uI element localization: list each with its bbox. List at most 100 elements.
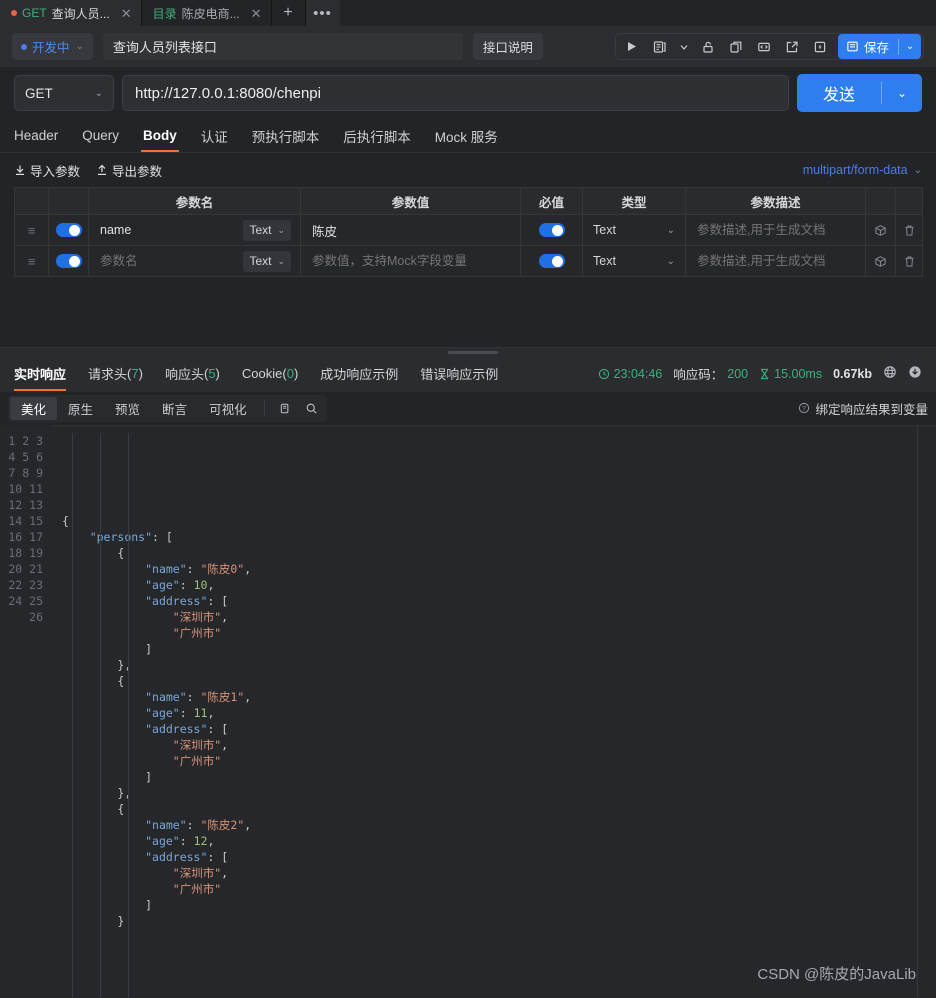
package-icon[interactable] xyxy=(867,216,894,244)
tab-request-headers[interactable]: 请求头(7) xyxy=(77,356,154,391)
param-name-type-select[interactable]: Text ⌄ xyxy=(243,219,291,241)
tab-cookie[interactable]: Cookie(0) xyxy=(231,356,309,391)
content-type-select[interactable]: multipart/form-data ⌄ xyxy=(803,163,922,177)
panel-splitter[interactable] xyxy=(0,346,936,356)
row-type-cell[interactable]: Text ⌄ xyxy=(582,245,686,277)
drag-handle-icon[interactable]: ≡ xyxy=(16,247,47,275)
response-code-label: 响应码： xyxy=(673,368,724,382)
response-time: 23:04:46 xyxy=(598,367,662,381)
tab-label: 请求头 xyxy=(88,367,128,382)
tab-close-icon[interactable]: ✕ xyxy=(121,7,132,20)
row-drag-cell[interactable]: ≡ xyxy=(14,214,49,246)
view-raw[interactable]: 原生 xyxy=(57,397,104,420)
tab-directory-chenpi[interactable]: 目录 陈皮电商... ✕ xyxy=(141,0,272,26)
http-method-select[interactable]: GET ⌄ xyxy=(14,75,114,111)
col-delete xyxy=(895,187,923,215)
param-value-input[interactable] xyxy=(310,222,511,238)
code-line: ] xyxy=(145,641,153,656)
param-toolbar: 导入参数 导出参数 multipart/form-data ⌄ xyxy=(0,153,936,187)
tab-pre-script[interactable]: 预执行脚本 xyxy=(240,119,332,152)
run-icon[interactable] xyxy=(618,34,646,59)
bind-response-to-variable-button[interactable]: ? 绑定响应结果到变量 xyxy=(798,399,928,418)
param-name-type-select[interactable]: Text ⌄ xyxy=(243,250,291,272)
tab-overflow-menu-icon[interactable]: ••• xyxy=(305,0,340,26)
table-row: ≡ Text ⌄ xyxy=(14,214,923,246)
trash-icon[interactable] xyxy=(897,247,921,275)
save-button[interactable]: 保存 ⌄ xyxy=(837,34,921,59)
api-description-button[interactable]: 接口说明 xyxy=(472,33,543,60)
trash-icon[interactable] xyxy=(897,216,921,244)
tab-success-example[interactable]: 成功响应示例 xyxy=(309,356,409,391)
view-visualize[interactable]: 可视化 xyxy=(198,397,258,420)
code-line: { xyxy=(117,673,125,688)
row-drag-cell[interactable]: ≡ xyxy=(14,245,49,277)
response-meta: 23:04:46 响应码： 200 15.00ms 0.67kb xyxy=(598,364,922,383)
view-assert[interactable]: 断言 xyxy=(151,397,198,420)
required-toggle[interactable] xyxy=(538,254,565,268)
required-toggle[interactable] xyxy=(538,223,565,237)
url-input[interactable] xyxy=(122,75,789,111)
package-icon[interactable] xyxy=(867,247,894,275)
row-type-cell[interactable]: Text ⌄ xyxy=(582,214,686,246)
code-line: "name": "陈皮0", xyxy=(145,561,252,576)
download-icon[interactable] xyxy=(908,365,922,382)
tab-mock-service[interactable]: Mock 服务 xyxy=(423,119,510,152)
row-delete-cell[interactable] xyxy=(895,245,923,277)
code-icon[interactable] xyxy=(750,34,778,59)
param-table-header-row: 参数名 参数值 必值 类型 参数描述 xyxy=(14,187,923,215)
response-code-value: 200 xyxy=(727,366,749,381)
code-line: }, xyxy=(117,657,132,672)
view-preview[interactable]: 预览 xyxy=(104,397,151,420)
header-toolbar: 保存 ⌄ xyxy=(614,33,924,60)
tab-response-headers[interactable]: 响应头(5) xyxy=(154,356,231,391)
tab-auth[interactable]: 认证 xyxy=(189,119,240,152)
param-name-input[interactable] xyxy=(98,222,216,238)
tab-realtime-response[interactable]: 实时响应 xyxy=(14,356,77,391)
doc-icon[interactable] xyxy=(646,34,674,59)
param-value-input[interactable] xyxy=(310,253,511,269)
flash-icon[interactable] xyxy=(806,34,834,59)
export-params-button[interactable]: 导出参数 xyxy=(96,161,162,180)
view-divider xyxy=(263,400,265,416)
splitter-grip[interactable] xyxy=(448,350,498,354)
enable-toggle[interactable] xyxy=(55,223,82,237)
param-desc-input[interactable] xyxy=(695,253,856,269)
row-mock-cell[interactable] xyxy=(865,214,896,246)
json-code-content[interactable]: { "persons": [ { "name": "陈皮0", "age": 1… xyxy=(52,425,936,998)
enable-toggle[interactable] xyxy=(55,254,82,268)
share-icon[interactable] xyxy=(778,34,806,59)
param-desc-input[interactable] xyxy=(695,222,856,238)
row-required-cell[interactable] xyxy=(520,245,583,277)
copy-icon[interactable] xyxy=(271,397,298,420)
tab-header[interactable]: Header xyxy=(14,119,70,152)
row-value-cell xyxy=(300,214,521,246)
search-icon[interactable] xyxy=(298,397,325,420)
tab-body[interactable]: Body xyxy=(131,119,189,152)
tab-query[interactable]: Query xyxy=(70,119,131,152)
row-required-cell[interactable] xyxy=(520,214,583,246)
drag-handle-icon[interactable]: ≡ xyxy=(16,216,47,244)
api-name-input[interactable] xyxy=(102,33,463,60)
import-params-button[interactable]: 导入参数 xyxy=(14,161,80,180)
tab-request-query-person[interactable]: GET 查询人员... ✕ xyxy=(0,0,142,26)
tab-kind-label: 目录 xyxy=(152,6,177,21)
status-dropdown[interactable]: 开发中 ⌄ xyxy=(12,33,93,60)
row-enable-cell[interactable] xyxy=(48,245,89,277)
new-tab-button[interactable]: + xyxy=(271,0,306,26)
response-body-editor[interactable]: 1 2 3 4 5 6 7 8 9 10 11 12 13 14 15 16 1… xyxy=(0,424,936,998)
copy-icon[interactable] xyxy=(722,34,750,59)
view-beautify[interactable]: 美化 xyxy=(10,396,58,420)
param-name-input[interactable] xyxy=(98,253,216,269)
row-enable-cell[interactable] xyxy=(48,214,89,246)
send-chevron-icon[interactable]: ⌄ xyxy=(882,86,922,100)
tab-close-icon[interactable]: ✕ xyxy=(251,7,262,20)
globe-icon[interactable] xyxy=(883,365,897,382)
lock-icon[interactable] xyxy=(694,34,722,59)
doc-chevron-icon[interactable] xyxy=(674,34,694,59)
tab-error-example[interactable]: 错误响应示例 xyxy=(409,356,509,391)
row-delete-cell[interactable] xyxy=(895,214,923,246)
row-mock-cell[interactable] xyxy=(865,245,896,277)
send-button[interactable]: 发送 ⌄ xyxy=(797,74,922,112)
save-chevron-icon[interactable]: ⌄ xyxy=(899,41,921,52)
tab-post-script[interactable]: 后执行脚本 xyxy=(331,119,423,152)
